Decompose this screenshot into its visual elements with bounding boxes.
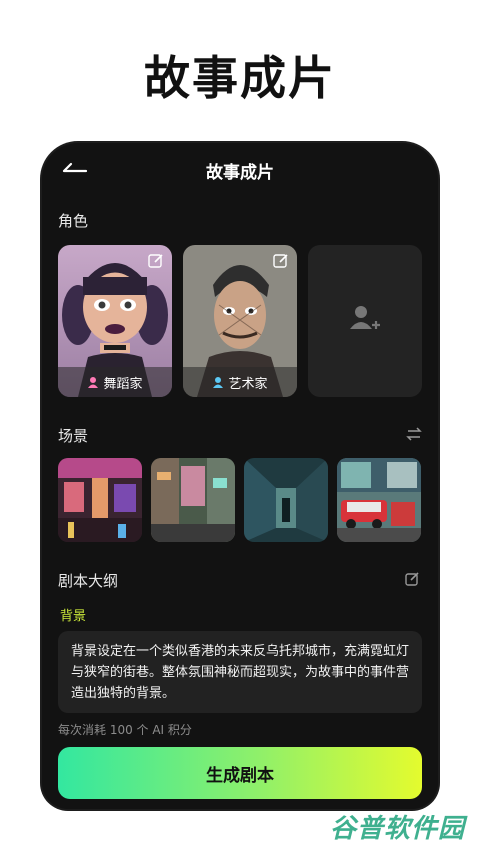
background-label: 背景: [60, 609, 87, 624]
cost-note: 每次消耗 100 个 AI 积分: [58, 723, 192, 737]
edit-icon[interactable]: [404, 571, 420, 587]
characters-label: 角色: [58, 212, 89, 230]
add-user-icon: [350, 306, 380, 329]
character-name: 舞蹈家: [103, 376, 143, 392]
taxi-street-image: [337, 458, 421, 542]
female-user-icon: [88, 377, 99, 388]
generate-script-button[interactable]: 生成剧本: [58, 747, 422, 799]
phone-frame: 故事成片 角色 舞蹈家 艺术家 场景 剧本大纲 背景 背景设定在一个类似香港的未…: [42, 143, 438, 809]
add-character-button[interactable]: [308, 245, 422, 397]
watermark: 谷普软件园: [330, 814, 466, 844]
swap-icon[interactable]: [406, 426, 422, 442]
scene-thumbnail[interactable]: [337, 458, 421, 542]
edit-icon[interactable]: [147, 252, 165, 270]
male-user-icon: [213, 377, 224, 388]
scene-thumbnail[interactable]: [58, 458, 142, 542]
background-textarea[interactable]: 背景设定在一个类似香港的未来反乌托邦城市，充满霓虹灯与狭窄的街巷。整体氛围神秘而…: [58, 631, 422, 713]
character-name-bar: 艺术家: [183, 367, 297, 397]
scene-thumbnail[interactable]: [244, 458, 328, 542]
corridor-image: [244, 458, 328, 542]
character-card-artist[interactable]: 艺术家: [183, 245, 297, 397]
background-text: 背景设定在一个类似香港的未来反乌托邦城市，充满霓虹灯与狭窄的街巷。整体氛围神秘而…: [71, 644, 410, 701]
promo-title: 故事成片: [144, 51, 336, 105]
alley-image: [151, 458, 235, 542]
edit-icon[interactable]: [272, 252, 290, 270]
scene-thumbnail[interactable]: [151, 458, 235, 542]
neon-street-image: [58, 458, 142, 542]
screen-title: 故事成片: [206, 163, 274, 183]
character-card-dancer[interactable]: 舞蹈家: [58, 245, 172, 397]
outline-label: 剧本大纲: [58, 572, 119, 590]
character-name: 艺术家: [228, 376, 268, 392]
character-name-bar: 舞蹈家: [58, 367, 172, 397]
top-bar: 故事成片: [42, 143, 438, 199]
scenes-label: 场景: [58, 427, 89, 445]
